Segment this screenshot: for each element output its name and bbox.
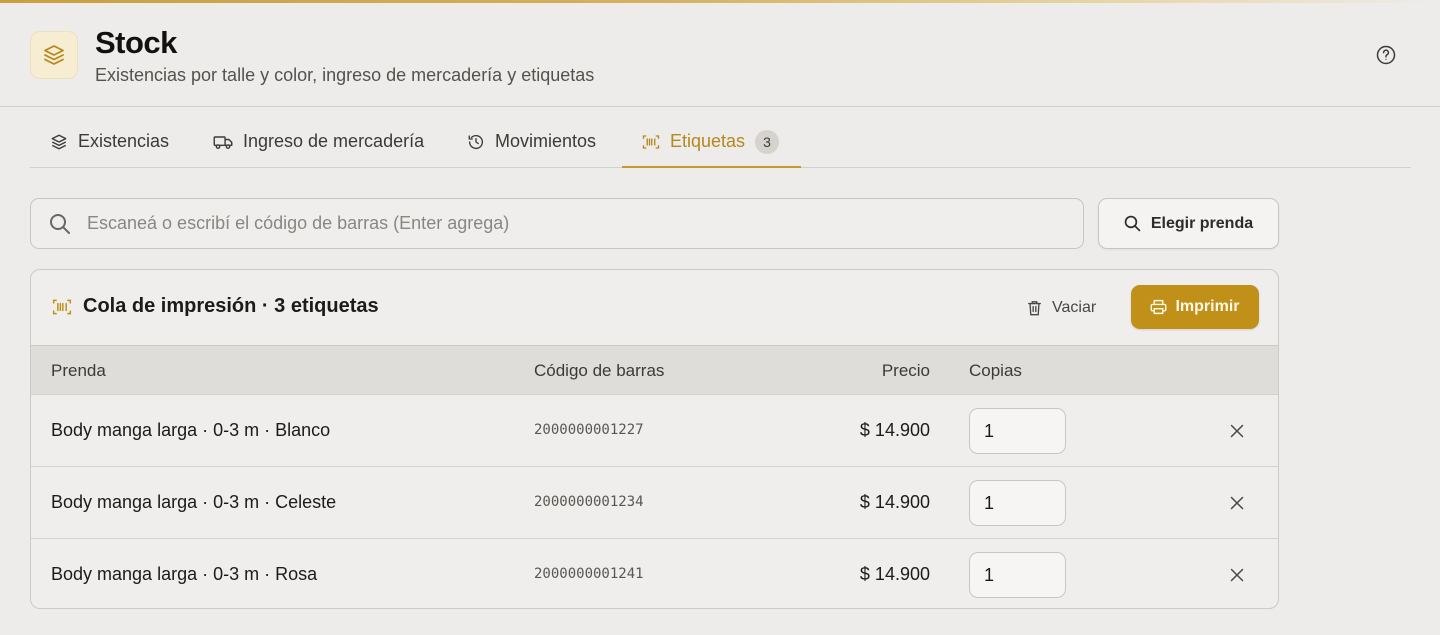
close-icon[interactable] xyxy=(1227,565,1247,585)
tab-bar: Existencias Ingreso de mercadería Movimi… xyxy=(30,115,1411,168)
column-header-precio: Precio xyxy=(881,361,930,380)
column-header-copias: Copias xyxy=(969,361,1022,380)
item-name: Body manga larga · 0-3 m · Celeste xyxy=(51,492,337,512)
item-price: $ 14.900 xyxy=(859,564,930,584)
clear-queue-label: Vaciar xyxy=(1052,299,1097,316)
item-barcode: 2000000001241 xyxy=(534,566,644,582)
tab-label: Ingreso de mercadería xyxy=(243,131,425,151)
print-queue-header: Cola de impresión · 3 etiquetas Vaciar I… xyxy=(31,270,1278,345)
item-name: Body manga larga · 0-3 m · Rosa xyxy=(51,564,318,584)
barcode-search xyxy=(30,198,1084,249)
trash-icon xyxy=(1028,301,1041,316)
tab-movimientos[interactable]: Movimientos xyxy=(467,115,596,168)
table-row: Body manga larga · 0-3 m · Celeste 20000… xyxy=(31,466,1278,538)
page-subtitle: Existencias por talle y color, ingreso d… xyxy=(95,65,595,85)
barcode-icon xyxy=(52,299,72,315)
item-barcode: 2000000001234 xyxy=(534,494,644,510)
copies-input[interactable] xyxy=(969,552,1066,598)
history-icon xyxy=(468,134,484,149)
copies-input[interactable] xyxy=(969,480,1066,526)
pick-item-button[interactable]: Elegir prenda xyxy=(1098,198,1279,249)
barcode-icon xyxy=(642,134,660,149)
barcode-input[interactable] xyxy=(87,199,1067,248)
clear-queue-button[interactable]: Vaciar xyxy=(1027,295,1096,321)
search-icon xyxy=(50,214,70,234)
print-queue-title: Cola de impresión · 3 etiquetas xyxy=(83,295,379,317)
column-header-barcode: Código de barras xyxy=(534,361,665,380)
search-icon xyxy=(1124,215,1141,232)
tab-count-badge: 3 xyxy=(755,129,780,154)
tab-label: Etiquetas xyxy=(670,131,746,151)
pick-item-label: Elegir prenda xyxy=(1150,214,1254,232)
table-header: Prenda Código de barras Precio Copias xyxy=(31,345,1278,394)
column-header-prenda: Prenda xyxy=(51,361,106,380)
tab-ingreso[interactable]: Ingreso de mercadería xyxy=(213,115,424,168)
copies-input[interactable] xyxy=(969,408,1066,454)
help-circle-icon[interactable] xyxy=(1375,44,1397,66)
tab-label: Existencias xyxy=(78,131,170,151)
layers-icon xyxy=(30,31,78,79)
print-label: Imprimir xyxy=(1175,298,1240,315)
item-price: $ 14.900 xyxy=(859,420,930,440)
print-button[interactable]: Imprimir xyxy=(1131,285,1259,329)
item-price: $ 14.900 xyxy=(859,492,930,512)
truck-icon xyxy=(213,135,233,149)
page-header: Stock Existencias por talle y color, ing… xyxy=(0,3,1440,107)
tab-existencias[interactable]: Existencias xyxy=(50,115,169,168)
item-barcode: 2000000001227 xyxy=(534,422,644,438)
printer-icon xyxy=(1151,299,1167,315)
close-icon[interactable] xyxy=(1227,421,1247,441)
close-icon[interactable] xyxy=(1227,493,1247,513)
layers-icon xyxy=(51,134,67,149)
tab-label: Movimientos xyxy=(495,131,597,151)
active-tab-indicator xyxy=(622,166,801,168)
table-row: Body manga larga · 0-3 m · Blanco 200000… xyxy=(31,394,1278,466)
tab-etiquetas[interactable]: Etiquetas 3 xyxy=(642,115,780,168)
print-queue-card: Cola de impresión · 3 etiquetas Vaciar I… xyxy=(30,269,1279,609)
table-row: Body manga larga · 0-3 m · Rosa 20000000… xyxy=(31,538,1278,608)
item-name: Body manga larga · 0-3 m · Blanco xyxy=(51,420,331,440)
page-title: Stock xyxy=(95,25,177,60)
